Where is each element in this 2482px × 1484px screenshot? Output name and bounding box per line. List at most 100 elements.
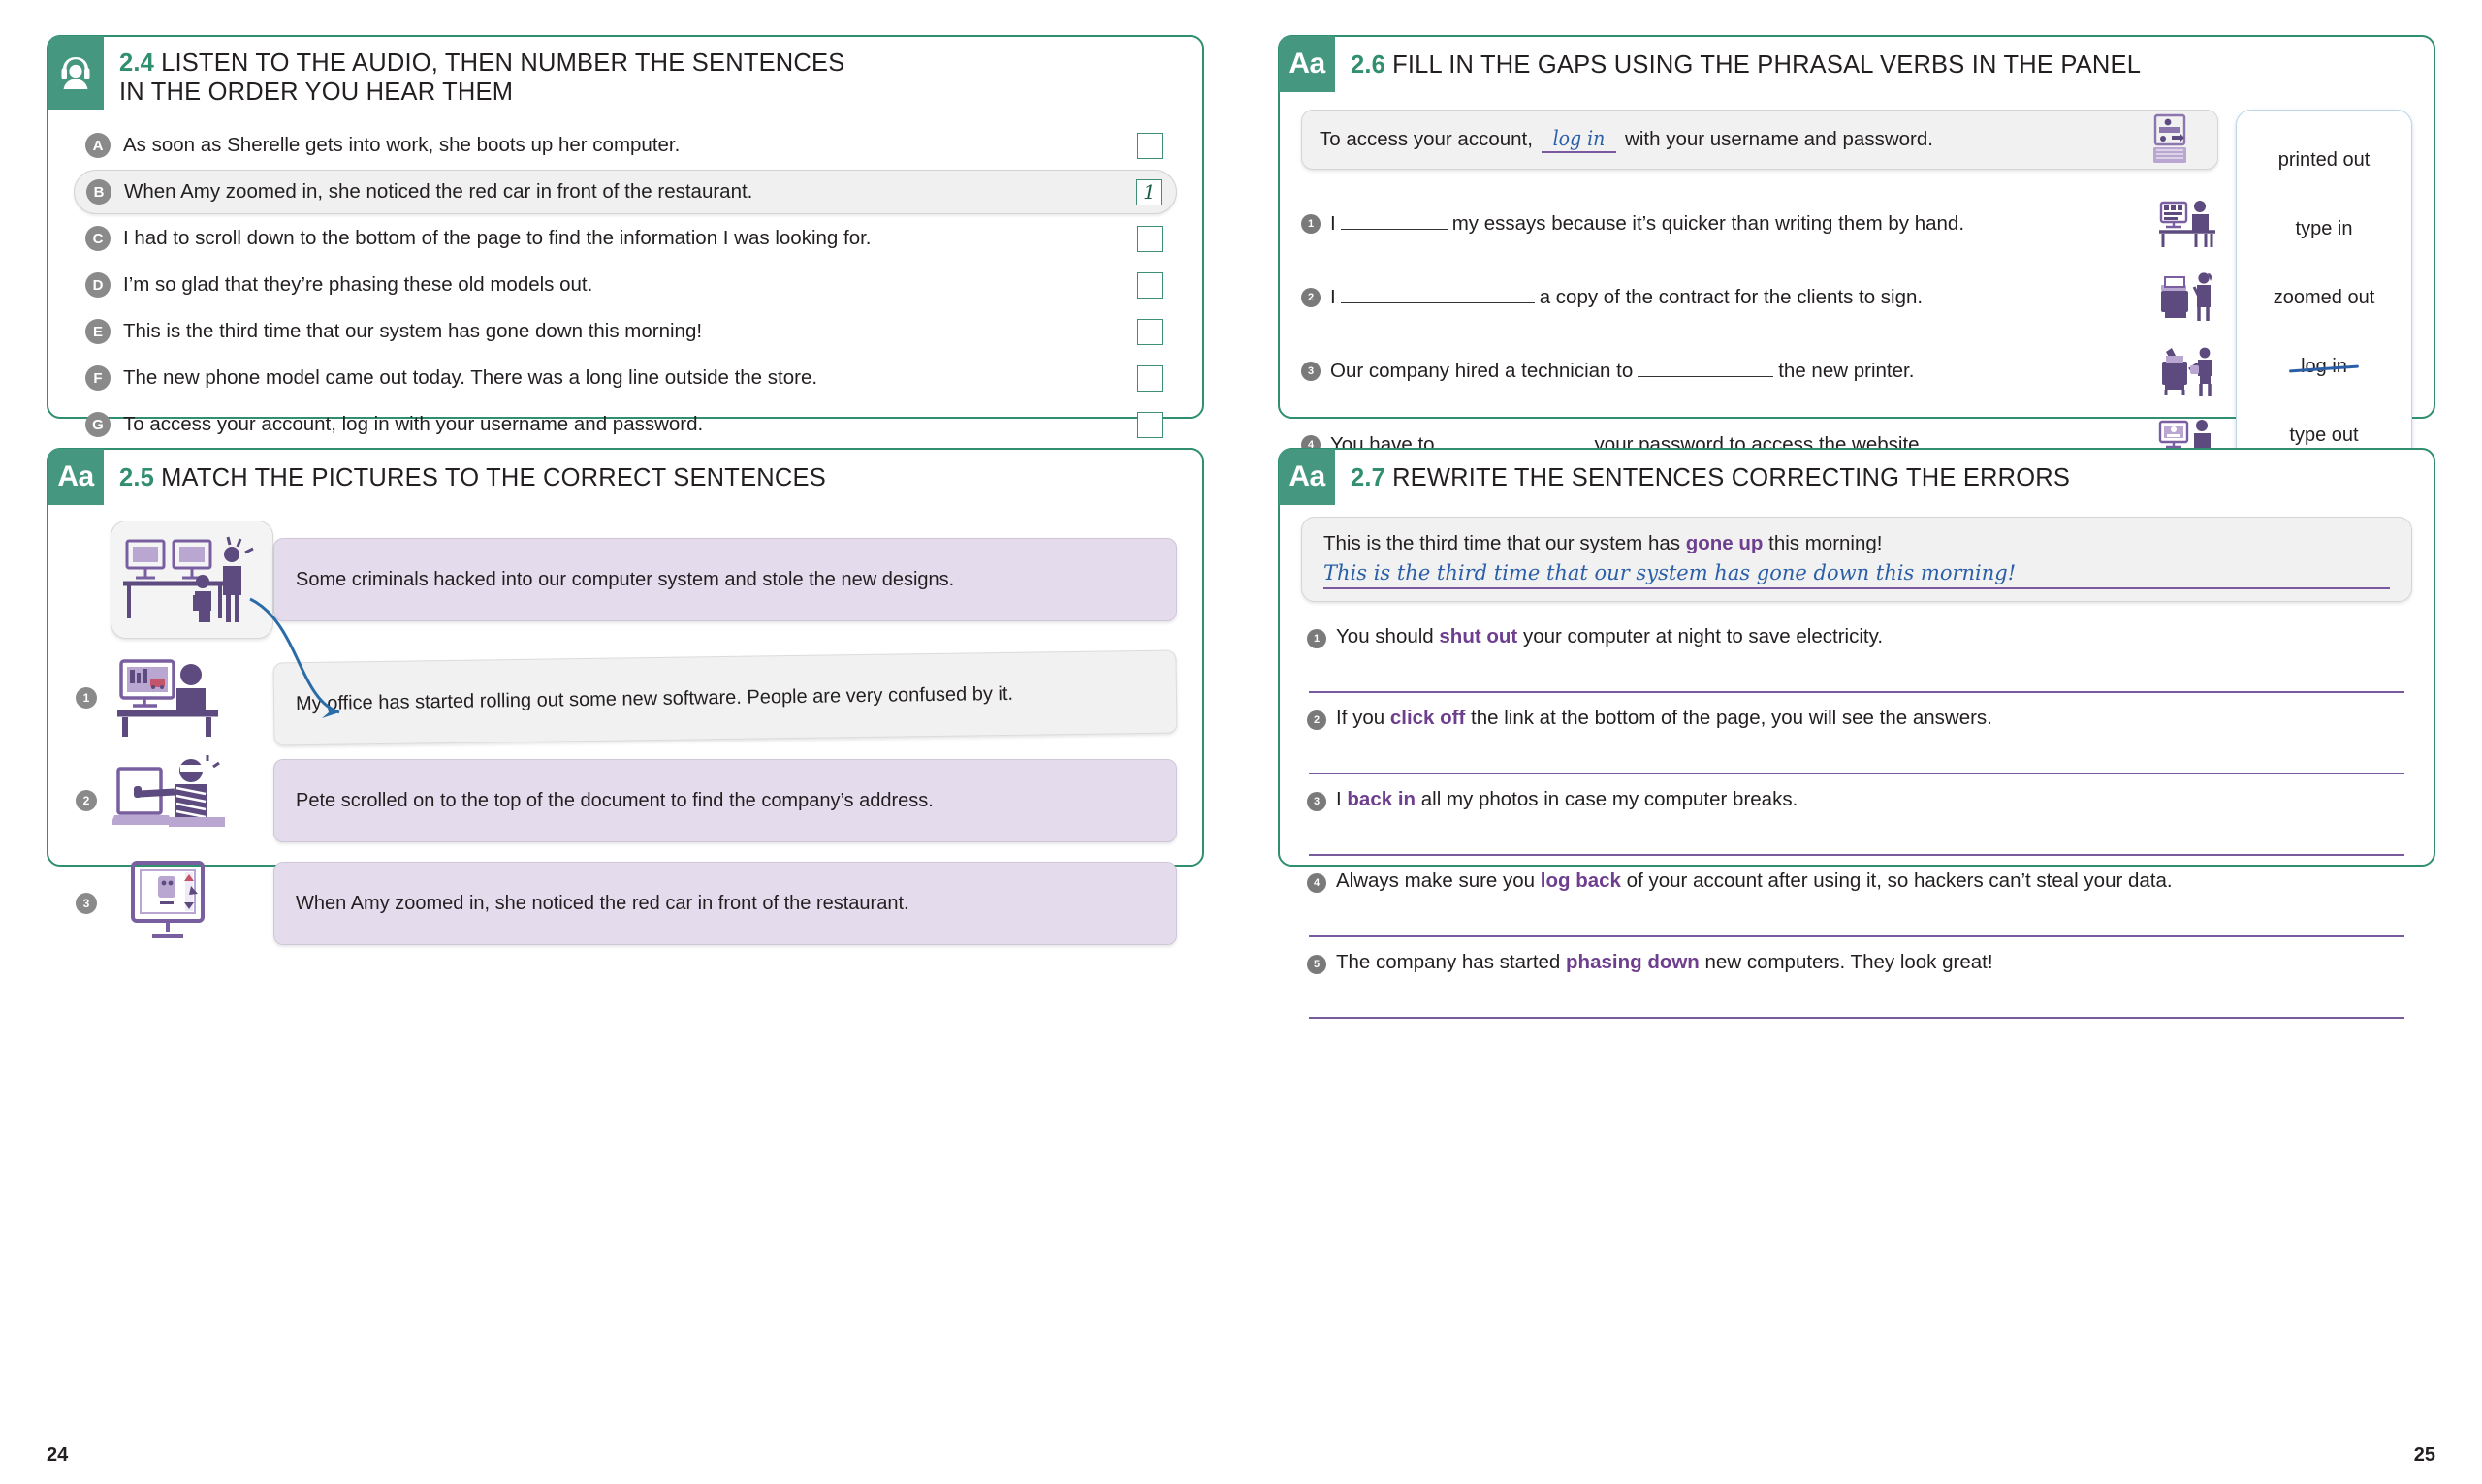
gap-example-before: To access your account, [1320, 127, 1533, 150]
rewrite-row[interactable]: 5 The company has started phasing down ne… [1301, 943, 2412, 1019]
order-checkbox[interactable] [1137, 411, 1163, 438]
gap-example-after: with your username and password. [1625, 127, 1933, 150]
exercise-2-5-title-text: MATCH THE PICTURES TO THE CORRECT SENTEN… [161, 464, 826, 491]
sentence-letter-badge: C [85, 226, 111, 251]
phrasal-verb-option[interactable]: printed out [2273, 145, 2376, 175]
exercise-2-7-title-text: REWRITE THE SENTENCES CORRECTING THE ERR… [1392, 464, 2071, 491]
sentence-text: As soon as Sherelle gets into work, she … [123, 134, 681, 156]
rewrite-answer-line[interactable] [1309, 730, 2404, 774]
gap-sentence: Ia copy of the contract for the clients … [1330, 286, 2158, 309]
rewrite-error: shut out [1439, 625, 1518, 647]
exercise-2-7-card: Aa 2.7 REWRITE THE SENTENCES CORRECTING T… [1278, 448, 2435, 1019]
gap-example-row: To access your account, log in with your… [1301, 110, 2218, 170]
technician-printer-icon [2158, 344, 2218, 398]
rewrite-text: I back in all my photos in case my compu… [1336, 788, 1798, 811]
sentence-row[interactable]: D I’m so glad that they’re phasing these … [74, 263, 1177, 307]
rewrite-example-after: this morning! [1768, 532, 1883, 554]
rewrite-number-badge: 4 [1307, 873, 1326, 893]
sentence-text: I’m so glad that they’re phasing these o… [123, 273, 593, 296]
order-checkbox[interactable] [1137, 364, 1163, 392]
phrasal-verb-option[interactable]: zoomed out [2268, 283, 2381, 313]
gap-after: my essays because it’s quicker than writ… [1451, 212, 1965, 235]
rewrite-after: of your account after using it, so hacke… [1626, 869, 2173, 892]
rewrite-sentence: 2 If you click off the link at the bottom… [1307, 707, 2406, 730]
order-checkbox[interactable]: 1 [1136, 178, 1162, 205]
exercise-2-5-body: Some criminals hacked into our computer … [48, 505, 1202, 964]
match-row[interactable]: 2 Pete scrolled on to the top of the doc… [70, 755, 1177, 844]
exercise-2-5-header: Aa 2.5 MATCH THE PICTURES TO THE CORRECT … [48, 449, 1202, 505]
rewrite-example: This is the third time that our system h… [1301, 517, 2412, 602]
sentence-row[interactable]: E This is the third time that our system … [74, 309, 1177, 354]
gap-after: the new printer. [1778, 360, 1915, 382]
gap-example-answer: log in [1541, 127, 1617, 153]
rewrite-text: The company has started phasing down new… [1336, 951, 1993, 974]
right-page: Aa 2.6 FILL IN THE GAPS USING THE PHRASAL… [1241, 0, 2482, 1484]
sentence-row[interactable]: B When Amy zoomed in, she noticed the red… [74, 170, 1177, 214]
rewrite-row[interactable]: 3I back in all my photos in case my comp… [1301, 780, 2412, 856]
exercise-2-4-card: 2.4 LISTEN TO THE AUDIO, THEN NUMBER THE … [47, 35, 1204, 438]
exercise-2-6-card: Aa 2.6 FILL IN THE GAPS USING THE PHRASAL… [1278, 35, 2435, 555]
phrasal-verb-option[interactable]: type out [2283, 421, 2364, 451]
gap-example-text: To access your account, log in with your… [1320, 127, 2140, 153]
gap-number-badge: 1 [1301, 214, 1321, 234]
phrasal-verb-option[interactable]: type in [2290, 214, 2359, 244]
rewrite-row[interactable]: 1 You should shut out your computer at ni… [1301, 617, 2412, 693]
match-row[interactable]: Some criminals hacked into our computer … [70, 521, 1177, 639]
order-checkbox[interactable] [1137, 132, 1163, 159]
exercise-2-6-title: 2.6 FILL IN THE GAPS USING THE PHRASAL VE… [1335, 37, 2141, 79]
rewrite-answer-line[interactable] [1309, 648, 2404, 693]
rewrite-example-sentence: This is the third time that our system h… [1323, 532, 2390, 555]
sentence-text: When Amy zoomed in, she noticed the red … [124, 180, 753, 203]
order-checkbox[interactable] [1137, 271, 1163, 299]
phrasal-verb-option[interactable]: log in [2295, 352, 2353, 382]
gap-sentence: Imy essays because it’s quicker than wri… [1330, 212, 2158, 236]
rewrite-before: If you [1336, 707, 1385, 729]
rewrite-text: Always make sure you log back of your ac… [1336, 869, 2173, 893]
exercise-2-5-card: Aa 2.5 MATCH THE PICTURES TO THE CORRECT … [47, 448, 1204, 945]
gap-row[interactable]: 3 Our company hired a technician to the ne… [1301, 334, 2218, 408]
rewrite-error: click off [1389, 707, 1466, 729]
match-number-badge: 1 [76, 687, 97, 709]
rewrite-text: You should shut out your computer at nig… [1336, 625, 1883, 648]
desk-typing-icon [2158, 199, 2218, 249]
match-list: Some criminals hacked into our computer … [70, 515, 1178, 947]
sentence-row[interactable]: C I had to scroll down to the bottom of t… [74, 216, 1177, 261]
match-sentence-bubble[interactable]: My office has started rolling out some n… [272, 649, 1178, 746]
printer-woman-icon [2158, 271, 2218, 324]
match-row[interactable]: 1 My office has started rolling out some… [70, 649, 1178, 746]
order-checkbox[interactable] [1137, 318, 1163, 345]
rewrite-sentence: 5 The company has started phasing down ne… [1307, 951, 2406, 974]
match-sentence-bubble[interactable]: Pete scrolled on to the top of the docum… [273, 759, 1177, 842]
match-sentence-bubble[interactable]: When Amy zoomed in, she noticed the red … [273, 862, 1177, 945]
sentence-row[interactable]: A As soon as Sherelle gets into work, she… [74, 123, 1177, 168]
exercise-2-5-number: 2.5 [119, 464, 155, 491]
exercise-2-6-header: Aa 2.6 FILL IN THE GAPS USING THE PHRASAL… [1279, 36, 2434, 92]
gap-blank[interactable] [1340, 302, 1535, 303]
exercise-2-7-body: This is the third time that our system h… [1280, 505, 2434, 1034]
rewrite-before: The company has started [1336, 951, 1561, 973]
rewrite-answer-line[interactable] [1309, 893, 2404, 937]
gap-blank[interactable] [1340, 229, 1448, 230]
sentence-row[interactable]: F The new phone model came out today. The… [74, 356, 1177, 400]
rewrite-sentence: 4 Always make sure you log back of your a… [1307, 869, 2406, 893]
aa-badge-label: Aa [1289, 460, 1325, 492]
rewrite-row[interactable]: 4 Always make sure you log back of your a… [1301, 862, 2412, 937]
rewrite-answer-line[interactable] [1309, 974, 2404, 1019]
order-checkbox[interactable] [1137, 225, 1163, 252]
page-number-left: 24 [47, 1444, 69, 1466]
gap-blank[interactable] [1638, 376, 1774, 377]
gap-row[interactable]: 1 Imy essays because it’s quicker than wr… [1301, 187, 2218, 261]
rewrite-row[interactable]: 2 If you click off the link at the bottom… [1301, 699, 2412, 774]
gap-number-badge: 2 [1301, 288, 1321, 307]
sentence-row[interactable]: G To access your account, log in with you… [74, 402, 1177, 447]
thief-laptop-icon [111, 755, 227, 844]
rewrite-sentence: 3I back in all my photos in case my comp… [1307, 788, 2406, 811]
monitor-scrollbar-icon [111, 860, 227, 947]
match-sentence-bubble[interactable]: Some criminals hacked into our computer … [273, 538, 1177, 621]
gap-row[interactable]: 2 Ia copy of the contract for the clients… [1301, 261, 2218, 334]
rewrite-answer-line[interactable] [1309, 811, 2404, 856]
gap-before: I [1330, 286, 1336, 308]
rewrite-error: log back [1540, 869, 1621, 892]
match-row[interactable]: 3 When Amy zoomed in, she noticed the re… [70, 860, 1177, 947]
rewrite-before: I [1336, 788, 1342, 810]
